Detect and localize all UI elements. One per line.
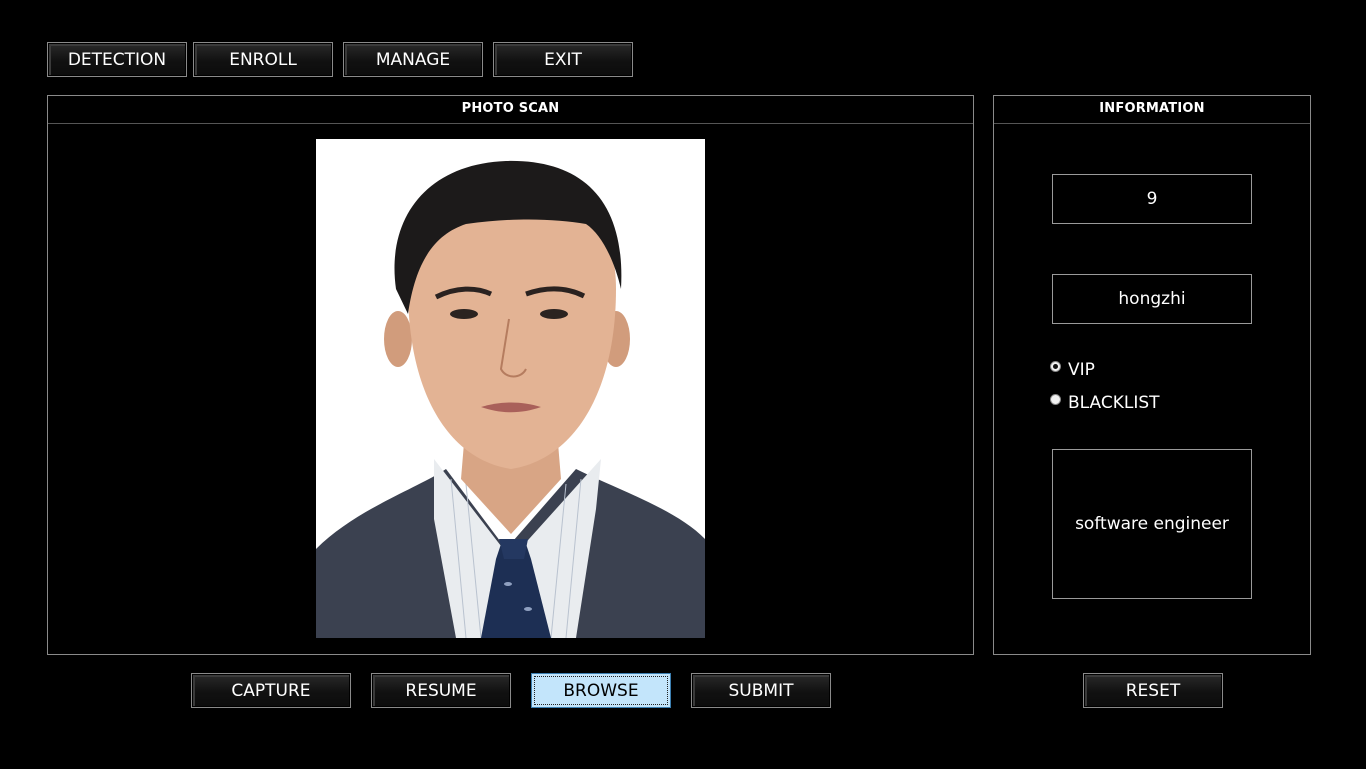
radio-vip-label: VIP	[1068, 360, 1095, 380]
radio-blacklist[interactable]: BLACKLIST	[1050, 393, 1160, 413]
browse-button[interactable]: BROWSE	[531, 673, 671, 708]
detection-button[interactable]: DETECTION	[47, 42, 187, 77]
radio-vip-indicator[interactable]	[1050, 360, 1061, 372]
manage-button[interactable]: MANAGE	[343, 42, 483, 77]
description-field[interactable]: software engineer	[1052, 449, 1252, 599]
scanned-photo	[316, 139, 705, 638]
reset-button[interactable]: RESET	[1083, 673, 1223, 708]
id-field[interactable]: 9	[1052, 174, 1252, 224]
radio-vip[interactable]: VIP	[1050, 360, 1095, 380]
radio-blacklist-label: BLACKLIST	[1068, 393, 1160, 413]
radio-blacklist-indicator[interactable]	[1050, 393, 1061, 405]
name-field[interactable]: hongzhi	[1052, 274, 1252, 324]
resume-button[interactable]: RESUME	[371, 673, 511, 708]
photo-scan-title: PHOTO SCAN	[48, 96, 973, 124]
portrait-image	[316, 139, 705, 638]
exit-button[interactable]: EXIT	[493, 42, 633, 77]
information-title: INFORMATION	[994, 96, 1310, 124]
enroll-button[interactable]: ENROLL	[193, 42, 333, 77]
capture-button[interactable]: CAPTURE	[191, 673, 351, 708]
submit-button[interactable]: SUBMIT	[691, 673, 831, 708]
